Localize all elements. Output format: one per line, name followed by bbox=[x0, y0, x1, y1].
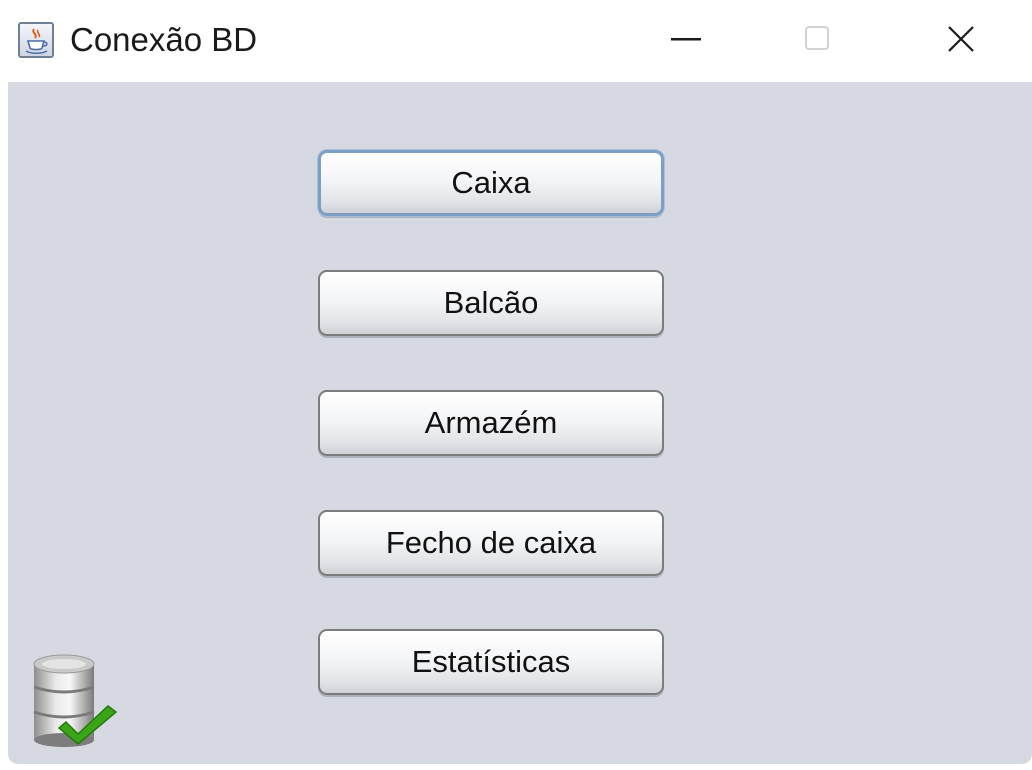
maximize-icon bbox=[805, 26, 829, 50]
title-bar[interactable]: Conexão BD bbox=[0, 0, 1032, 82]
minimize-icon bbox=[671, 38, 701, 41]
minimize-button[interactable] bbox=[626, 0, 746, 82]
close-button[interactable] bbox=[900, 0, 1020, 82]
window-title: Conexão BD bbox=[70, 21, 258, 58]
caixa-button[interactable]: Caixa bbox=[318, 150, 664, 216]
main-panel: Caixa Balcão Armazém Fecho de caixa Esta… bbox=[8, 82, 1032, 764]
balcao-button[interactable]: Balcão bbox=[318, 270, 664, 336]
java-cup-icon[interactable] bbox=[18, 22, 54, 58]
maximize-button[interactable] bbox=[758, 0, 878, 82]
estatisticas-button[interactable]: Estatísticas bbox=[318, 629, 664, 695]
database-connected-icon bbox=[33, 654, 118, 747]
armazem-button[interactable]: Armazém bbox=[318, 390, 664, 456]
close-icon bbox=[948, 26, 974, 52]
app-window: Conexão BD Caixa Balcão Armazém Fecho de… bbox=[0, 0, 1032, 770]
fecho-de-caixa-button[interactable]: Fecho de caixa bbox=[318, 510, 664, 576]
